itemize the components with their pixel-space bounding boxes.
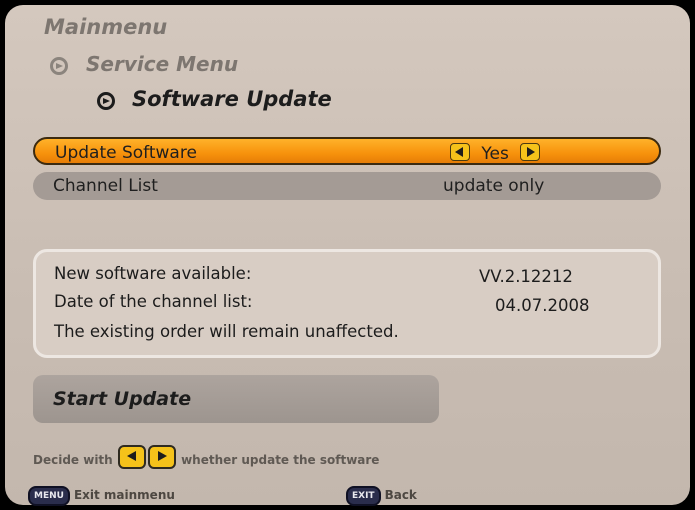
channel-list-date-value: 04.07.2008	[495, 296, 590, 315]
footer-menu[interactable]: MENU Exit mainmenu	[28, 486, 175, 506]
breadcrumb-arrow-icon	[97, 92, 115, 110]
start-update-button[interactable]: Start Update	[33, 375, 439, 423]
menu-item-update-software[interactable]: Update Software Yes	[33, 137, 661, 165]
left-key-icon	[117, 445, 146, 469]
update-software-value: Yes	[481, 144, 509, 164]
hint-text: Decide with whether update the software	[33, 445, 379, 469]
footer-exit[interactable]: EXIT Back	[346, 486, 417, 506]
exit-button-icon[interactable]: EXIT	[346, 486, 381, 506]
right-key-icon[interactable]	[520, 143, 541, 161]
menu-button-icon[interactable]: MENU	[28, 486, 70, 506]
footer-menu-label: Exit mainmenu	[73, 488, 175, 502]
new-software-value: VV.2.12212	[479, 267, 573, 286]
breadcrumb-mainmenu[interactable]: Mainmenu	[44, 15, 167, 39]
menu-item-label: Channel List	[53, 176, 158, 196]
left-key-icon[interactable]	[450, 143, 470, 161]
breadcrumb-service-menu[interactable]: Service Menu	[86, 52, 238, 76]
update-software-selector[interactable]: Yes	[450, 143, 541, 164]
channel-list-date-label: Date of the channel list:	[54, 292, 253, 311]
page-title: Software Update	[132, 87, 332, 111]
footer-exit-label: Back	[384, 488, 417, 502]
hint-suffix: whether update the software	[181, 453, 380, 467]
right-key-icon	[147, 445, 176, 469]
start-update-label: Start Update	[53, 388, 192, 410]
new-software-label: New software available:	[54, 264, 252, 283]
hint-prefix: Decide with	[33, 453, 113, 467]
menu-item-channel-list[interactable]: Channel List update only	[33, 172, 661, 200]
update-info-box: New software available: VV.2.12212 Date …	[33, 249, 661, 358]
menu-item-label: Update Software	[55, 143, 197, 163]
breadcrumb-arrow-icon	[50, 57, 68, 75]
channel-list-value: update only	[443, 176, 545, 196]
info-note: The existing order will remain unaffecte…	[54, 322, 399, 341]
